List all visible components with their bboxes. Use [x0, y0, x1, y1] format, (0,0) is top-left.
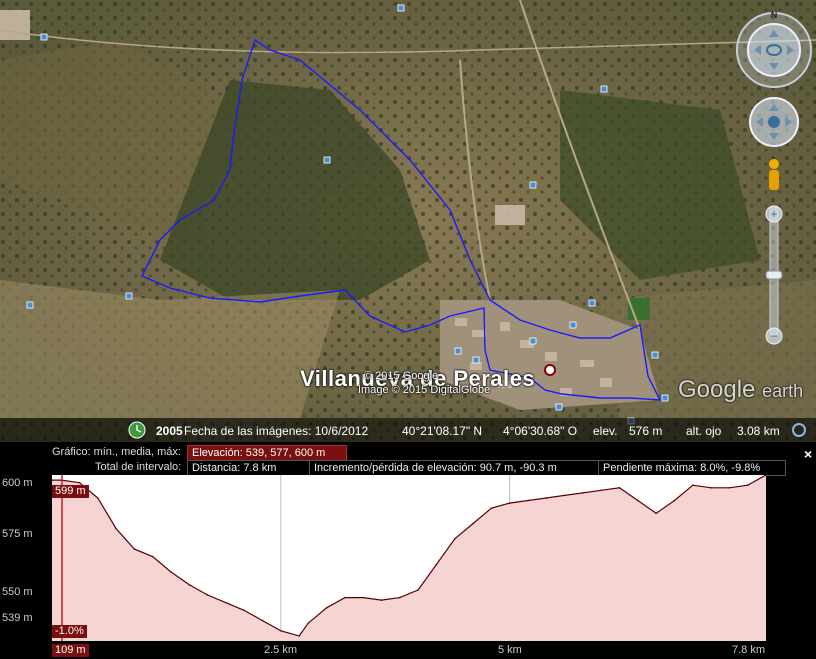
elevation-point — [243, 609, 246, 612]
y-tick-label: 539 m — [2, 612, 33, 624]
longitude: 4°06'30.68" O — [503, 424, 578, 438]
elevation-point — [453, 538, 456, 540]
elevation-point — [325, 607, 328, 609]
elevation-point — [280, 629, 282, 632]
street-view-pegman[interactable] — [769, 159, 779, 190]
elevation-point — [582, 492, 584, 494]
svg-text:−: − — [770, 329, 777, 343]
interval-label: Total de intervalo: — [95, 461, 182, 473]
elevation-chart[interactable] — [52, 475, 766, 641]
elevation-point — [746, 484, 749, 487]
map-view[interactable]: Villanueva de Perales © 2015 Google Imag… — [0, 0, 816, 442]
elevation-point — [691, 484, 694, 487]
elevation-point — [673, 499, 676, 502]
elevation-point — [490, 507, 493, 509]
elevation-point — [472, 522, 474, 525]
elevation-point — [225, 601, 227, 604]
x-tick-label: 2.5 km — [264, 644, 298, 656]
elevation-point — [655, 512, 657, 515]
elevation-point — [563, 494, 566, 497]
elevation-point — [618, 486, 621, 489]
imagery-date: Fecha de las imágenes: 10/6/2012 — [184, 424, 369, 438]
elevation-point — [435, 563, 438, 566]
cursor-elevation-tag: 599 m — [52, 485, 89, 498]
cursor-slope-tag: -1.0% — [52, 625, 87, 638]
brand-name: Google — [678, 376, 756, 403]
elevation-point — [78, 481, 81, 484]
elevation-point — [96, 497, 99, 499]
svg-text:+: + — [770, 207, 777, 221]
elevation-gain-summary: Incremento/pérdida de elevación: 90.7 m,… — [309, 460, 599, 476]
imagery-year: 2005 — [156, 424, 183, 438]
copyright-google: © 2015 Google — [364, 370, 439, 382]
elevation-point — [170, 571, 172, 573]
elevation-summary: Elevación: 539, 577, 600 m — [187, 445, 347, 461]
x-tick-label: 7.8 km — [732, 644, 766, 656]
elevation-point — [728, 486, 731, 489]
y-tick-label: 550 m — [2, 586, 33, 598]
elevation-point — [344, 596, 346, 599]
look-control[interactable]: N — [736, 10, 812, 88]
cursor-distance-tag: 109 m — [52, 644, 89, 657]
elevation-point — [399, 596, 401, 599]
elevation-point — [637, 499, 639, 502]
elevation-point — [151, 555, 154, 558]
brand-suffix: earth — [762, 381, 804, 401]
navigation-controls[interactable]: N + − — [736, 6, 814, 354]
eye-altitude-value: 3.08 km — [737, 424, 780, 438]
elevation-point — [115, 527, 117, 530]
elevation-point — [298, 635, 300, 637]
zoom-slider[interactable]: + − — [765, 205, 783, 345]
elevation-point — [417, 589, 419, 591]
elevation-point — [508, 502, 511, 504]
distance-summary: Distancia: 7.8 km — [187, 460, 310, 476]
elevation-point — [527, 499, 529, 502]
y-tick-label: 575 m — [2, 528, 33, 540]
x-tick-label: 5 km — [498, 644, 522, 656]
elevation-value: 576 m — [629, 424, 663, 438]
elevation-point — [600, 489, 603, 492]
hand-icon — [768, 116, 780, 128]
status-bar: 2005 Fecha de las imágenes: 10/6/2012 40… — [0, 418, 816, 442]
elevation-point — [307, 622, 310, 624]
google-earth-logo: Google earth — [678, 376, 803, 404]
elevation-point — [362, 596, 365, 599]
copyright-imagery: Image © 2015 DigitalGlobe — [358, 384, 491, 396]
elevation-label: elev. — [593, 424, 618, 438]
close-profile-button[interactable]: × — [804, 446, 812, 462]
graph-label: Gráfico: mín., media, máx: — [52, 446, 181, 458]
y-tick-label: 600 m — [2, 477, 33, 489]
elevation-point — [710, 486, 712, 489]
elevation-point — [188, 584, 191, 586]
elevation-point — [206, 594, 209, 596]
latitude: 40°21'08.17" N — [402, 424, 483, 438]
eye-altitude-label: alt. ojo — [686, 424, 722, 438]
elevation-point — [380, 599, 383, 601]
elevation-point — [545, 497, 548, 499]
elevation-point — [261, 619, 264, 622]
move-control[interactable] — [749, 97, 799, 147]
compass-north-label: N — [771, 10, 778, 20]
historical-imagery-clock-icon[interactable] — [128, 421, 146, 439]
elevation-profile-panel: Gráfico: mín., media, máx: Elevación: 53… — [0, 442, 816, 659]
zoom-slider-thumb — [765, 270, 783, 280]
max-slope-summary: Pendiente máxima: 8.0%, -9.8% — [598, 460, 786, 476]
streaming-status-icon — [792, 423, 806, 437]
elevation-point — [133, 548, 136, 550]
